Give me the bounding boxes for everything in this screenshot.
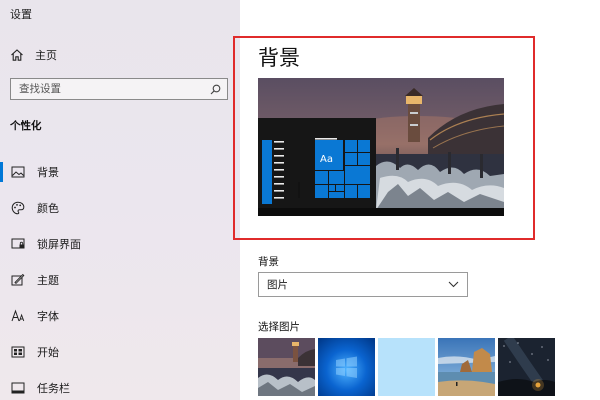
- picture-thumbnails: [258, 338, 555, 396]
- home-nav-item[interactable]: 主页: [10, 46, 57, 64]
- accent-tile: Aa: [315, 140, 343, 170]
- sidebar-item-label: 字体: [37, 310, 59, 323]
- search-icon[interactable]: [210, 84, 221, 95]
- sidebar-item-label: 任务栏: [37, 382, 70, 395]
- sidebar-item-label: 锁屏界面: [37, 238, 81, 251]
- light-blue-thumbnail-image: [378, 338, 435, 396]
- picture-icon: [11, 166, 25, 178]
- thumbnail-lighthouse[interactable]: [258, 338, 315, 396]
- choose-picture-label: 选择图片: [258, 321, 300, 333]
- home-icon: [11, 49, 23, 61]
- sidebar-item-label: 主题: [37, 274, 59, 287]
- settings-sidebar: 设置 主页 个性化 背景 颜色: [0, 0, 240, 400]
- sidebar-item-label: 颜色: [37, 202, 59, 215]
- thumbnail-beach-rocks[interactable]: [438, 338, 495, 396]
- sidebar-item-label: 开始: [37, 346, 59, 359]
- background-type-label: 背景: [258, 256, 279, 268]
- chevron-down-icon: [448, 281, 459, 288]
- taskbar-icon: [11, 382, 25, 394]
- sidebar-item-fonts[interactable]: 字体: [0, 298, 240, 334]
- windows-blue-thumbnail-image: [318, 338, 375, 396]
- page-title: 背景: [258, 46, 300, 70]
- theme-icon: [11, 273, 25, 286]
- window-title: 设置: [10, 8, 32, 21]
- palette-icon: [11, 201, 25, 215]
- thumbnail-night-sky[interactable]: [498, 338, 555, 396]
- thumbnail-light-blue[interactable]: [378, 338, 435, 396]
- thumbnail-windows-blue[interactable]: [318, 338, 375, 396]
- night-sky-thumbnail-image: [498, 338, 555, 396]
- search-box[interactable]: [10, 78, 228, 100]
- background-preview: Aa: [258, 78, 504, 216]
- background-type-dropdown[interactable]: 图片: [258, 272, 468, 297]
- font-icon: [11, 309, 25, 322]
- sidebar-item-themes[interactable]: 主题: [0, 262, 240, 298]
- sidebar-item-label: 背景: [37, 166, 59, 179]
- taskbar-mockup: [258, 208, 504, 216]
- sidebar-item-background[interactable]: 背景: [0, 154, 240, 190]
- section-title: 个性化: [10, 120, 42, 132]
- lighthouse-thumbnail-image: [258, 338, 315, 396]
- personalization-nav: 背景 颜色 锁屏界面 主题 字体 开始 任务栏: [0, 154, 240, 400]
- home-label: 主页: [35, 49, 57, 62]
- main-content: 背景 Aa 背景 图片 选择图片: [233, 0, 600, 400]
- beach-rocks-thumbnail-image: [438, 338, 495, 396]
- dropdown-selected-value: 图片: [267, 279, 288, 291]
- sidebar-item-lock-screen[interactable]: 锁屏界面: [0, 226, 240, 262]
- sidebar-item-start[interactable]: 开始: [0, 334, 240, 370]
- search-input[interactable]: [19, 83, 199, 95]
- accent-tile-text: Aa: [320, 154, 333, 165]
- start-grid-icon: [11, 346, 25, 358]
- sidebar-item-taskbar[interactable]: 任务栏: [0, 370, 240, 400]
- lock-screen-icon: [11, 238, 25, 249]
- sidebar-item-colors[interactable]: 颜色: [0, 190, 240, 226]
